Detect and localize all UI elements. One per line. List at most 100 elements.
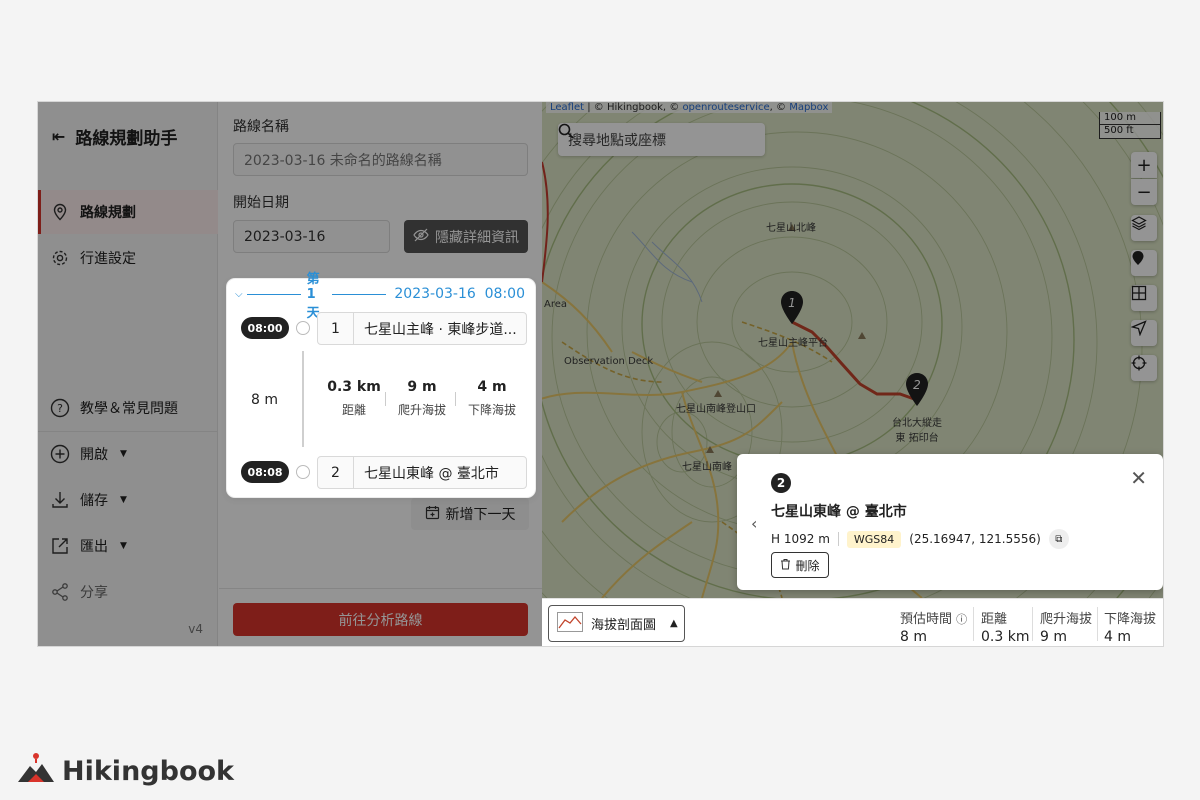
header-line bbox=[246, 293, 301, 295]
version-label: v4 bbox=[188, 622, 203, 636]
help-circle-icon: ? bbox=[50, 398, 70, 418]
popup-waypoint-number: 2 bbox=[771, 473, 791, 493]
mapbox-link[interactable]: Mapbox bbox=[789, 102, 828, 113]
crosshair-button[interactable] bbox=[1131, 355, 1157, 381]
elevation-profile-button[interactable]: 海拔剖面圖 ▲ bbox=[548, 605, 685, 642]
close-icon[interactable]: ✕ bbox=[1130, 466, 1147, 490]
stat-label: 下降海拔 bbox=[1104, 612, 1157, 627]
location-pin-icon bbox=[50, 202, 70, 222]
zoom-out-button[interactable]: − bbox=[1131, 179, 1157, 205]
analyze-route-button[interactable]: 前往分析路線 bbox=[233, 603, 528, 636]
stat-value: 9 m bbox=[407, 379, 437, 395]
stat-label: 爬升海拔 bbox=[1040, 612, 1093, 627]
collapse-sidebar-icon[interactable]: ⇤ bbox=[52, 127, 65, 146]
sidebar-item-label: 匯出 bbox=[80, 539, 108, 555]
gear-icon bbox=[50, 248, 70, 268]
day-card: ⌵ 第 1 天 2023-03-16 08:00 08:00 1 七星山主峰 ·… bbox=[227, 272, 535, 497]
calendar-plus-icon bbox=[425, 505, 440, 524]
waypoint-field[interactable]: 1 七星山主峰 · 東峰步道... bbox=[317, 312, 527, 345]
svg-text:2: 2 bbox=[913, 378, 921, 392]
waypoint-time-pill[interactable]: 08:00 bbox=[241, 317, 289, 339]
leaflet-link[interactable]: Leaflet bbox=[550, 102, 584, 113]
waypoint-time-pill[interactable]: 08:08 bbox=[241, 461, 289, 483]
add-marker-button[interactable] bbox=[1131, 250, 1157, 276]
waypoint-number: 1 bbox=[318, 313, 354, 344]
popup-details: H 1092 m WGS84 (25.16947, 121.5556) ⧉ bbox=[771, 529, 1069, 549]
sidebar-header: ⇤ 路線規劃助手 bbox=[52, 124, 177, 149]
start-date-input[interactable]: 2023-03-16 bbox=[233, 220, 390, 253]
scale-imperial: 500 ft bbox=[1104, 125, 1134, 136]
brand-logo: Hikingbook bbox=[16, 752, 234, 791]
waypoint-popup: ‹ 2 七星山東峰 @ 臺北市 H 1092 m WGS84 (25.16947… bbox=[737, 454, 1163, 590]
grid-button[interactable] bbox=[1131, 285, 1157, 311]
eye-off-icon bbox=[413, 228, 429, 246]
add-next-day-button[interactable]: 新增下一天 bbox=[411, 498, 529, 530]
timeline-line bbox=[302, 351, 304, 447]
map-bottom-bar: 海拔剖面圖 ▲ 預估時間 ⓘ 8 m 距離 0.3 km 爬升海拔 9 m 下降… bbox=[542, 598, 1163, 646]
attribution-sep: , © bbox=[769, 102, 790, 113]
plus-circle-icon bbox=[50, 444, 70, 464]
download-icon bbox=[50, 490, 70, 510]
map-scale: 100 m 500 ft bbox=[1099, 112, 1161, 139]
openrouteservice-link[interactable]: openrouteservice bbox=[682, 102, 769, 113]
map-label-north-peak: 七星山北峰 bbox=[766, 223, 816, 234]
sidebar-item-route-planning[interactable]: 路線規劃 bbox=[38, 190, 218, 234]
hide-details-label: 隱藏詳細資訊 bbox=[435, 229, 519, 246]
map-attribution: Leaflet | © Hikingbook, © openrouteservi… bbox=[546, 102, 833, 113]
layers-button[interactable] bbox=[1131, 215, 1157, 241]
chevron-left-icon[interactable]: ‹ bbox=[751, 514, 757, 533]
zoom-in-button[interactable]: + bbox=[1131, 152, 1157, 178]
popup-coords: (25.16947, 121.5556) bbox=[909, 532, 1041, 546]
header-line bbox=[332, 293, 387, 295]
caret-down-icon: ▼ bbox=[120, 449, 127, 459]
sidebar-item-label: 儲存 bbox=[80, 493, 108, 509]
datum-badge[interactable]: WGS84 bbox=[846, 530, 902, 548]
stat-label: 預估時間 bbox=[900, 612, 953, 627]
copy-icon[interactable]: ⧉ bbox=[1048, 529, 1069, 549]
waypoint-radio[interactable] bbox=[296, 321, 310, 335]
caret-up-icon: ▲ bbox=[670, 618, 678, 629]
map-label-observation: Observation Deck bbox=[564, 356, 654, 367]
delete-waypoint-button[interactable]: 刪除 bbox=[771, 552, 829, 578]
sidebar-item-save[interactable]: 儲存 ▼ bbox=[38, 478, 218, 522]
route-name-label: 路線名稱 bbox=[233, 119, 289, 135]
stat-label: 距離 bbox=[341, 403, 366, 417]
estimated-time-stat: 預估時間 ⓘ 8 m bbox=[900, 608, 967, 645]
map-search-input[interactable]: 搜尋地點或座標 bbox=[558, 123, 765, 156]
popup-title: 七星山東峰 @ 臺北市 bbox=[771, 504, 907, 520]
info-icon[interactable]: ⓘ bbox=[956, 613, 967, 626]
segment-distance: 0.3 km 距離 bbox=[323, 379, 385, 418]
map-search-placeholder: 搜尋地點或座標 bbox=[568, 132, 666, 149]
caret-down-icon: ▼ bbox=[120, 541, 127, 551]
stat-divider bbox=[455, 392, 456, 406]
locate-button[interactable] bbox=[1131, 320, 1157, 346]
waypoint-number: 2 bbox=[318, 457, 354, 488]
sidebar-item-label: 分享 bbox=[80, 585, 108, 601]
elevation-profile-label: 海拔剖面圖 bbox=[591, 618, 657, 633]
app-window: ⇤ 路線規劃助手 路線規劃 行進設定 ? 教學＆常見問題 開啟 ▼ 儲存 ▼ 匯… bbox=[37, 101, 1164, 647]
sidebar-item-export[interactable]: 匯出 ▼ bbox=[38, 524, 218, 568]
popup-height: H 1092 m bbox=[771, 532, 830, 546]
sidebar-item-help[interactable]: ? 教學＆常見問題 bbox=[38, 386, 218, 430]
sidebar-item-label: 行進設定 bbox=[80, 251, 136, 267]
external-link-icon bbox=[50, 536, 70, 556]
sidebar-item-pace-settings[interactable]: 行進設定 bbox=[38, 236, 218, 280]
descent-stat: 下降海拔 4 m bbox=[1104, 608, 1156, 645]
waypoint-field[interactable]: 2 七星山東峰 @ 臺北市 bbox=[317, 456, 527, 489]
sidebar-item-open[interactable]: 開啟 ▼ bbox=[38, 432, 218, 476]
segment-ascent: 9 m 爬升海拔 bbox=[391, 379, 453, 418]
day-datetime: 2023-03-16 08:00 bbox=[394, 286, 525, 302]
sidebar-item-share[interactable]: 分享 bbox=[38, 570, 218, 614]
caret-down-icon: ▼ bbox=[120, 495, 127, 505]
elevation-chart-icon bbox=[557, 611, 583, 636]
svg-text:?: ? bbox=[57, 402, 63, 415]
hide-details-button[interactable]: 隱藏詳細資訊 bbox=[404, 220, 528, 253]
waypoint-radio[interactable] bbox=[296, 465, 310, 479]
stat-divider bbox=[1097, 607, 1098, 641]
route-name-input[interactable]: 2023-03-16 未命名的路線名稱 bbox=[233, 143, 528, 176]
day-header: ⌵ 第 1 天 2023-03-16 08:00 bbox=[235, 272, 525, 321]
chevron-down-icon[interactable]: ⌵ bbox=[235, 289, 243, 300]
share-icon bbox=[50, 582, 70, 602]
brand-name: Hikingbook bbox=[62, 756, 234, 787]
scale-metric: 100 m bbox=[1100, 112, 1160, 125]
